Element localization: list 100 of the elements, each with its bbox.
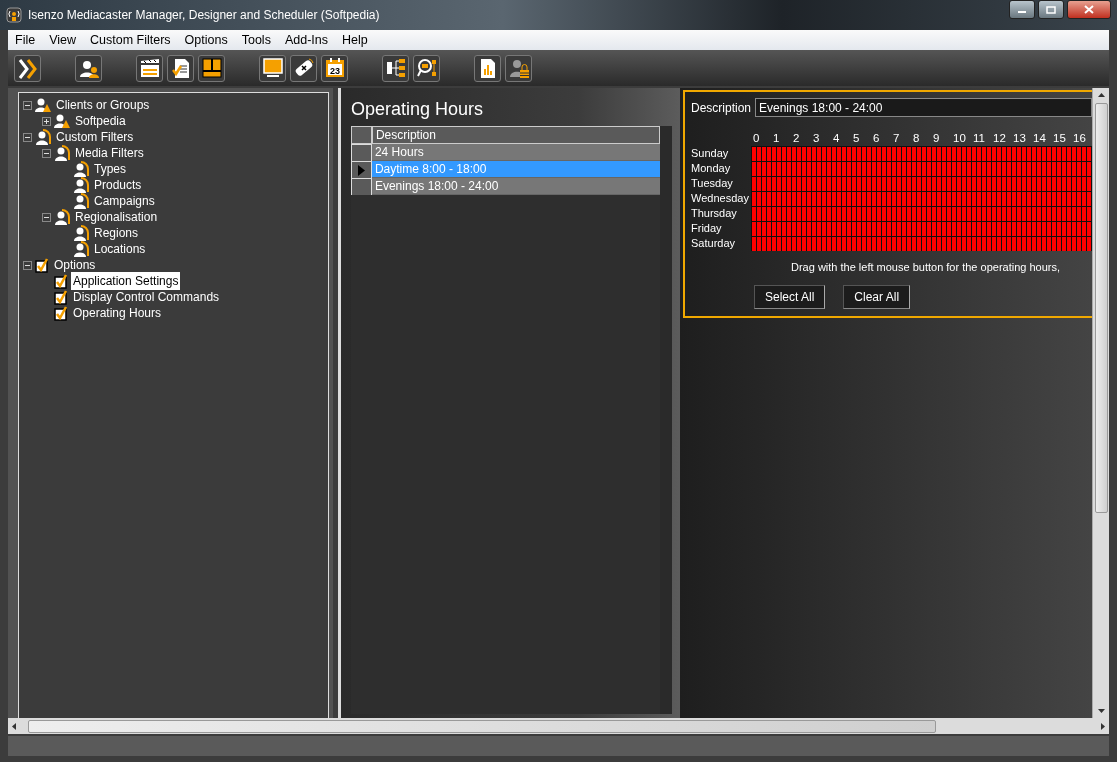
hour-label: 13 bbox=[1012, 131, 1027, 146]
user-filter-icon bbox=[73, 161, 89, 177]
menu-item[interactable]: Add-Ins bbox=[277, 30, 335, 50]
toolbar-button[interactable] bbox=[167, 54, 194, 82]
toolbar-button[interactable] bbox=[14, 54, 41, 82]
checkbox[interactable] bbox=[54, 289, 68, 305]
checkbox[interactable] bbox=[54, 305, 68, 321]
tree-item[interactable]: Clients or Groups bbox=[54, 96, 152, 114]
field-label: Description bbox=[691, 99, 753, 117]
hour-label: 12 bbox=[992, 131, 1007, 146]
hour-label: 6 bbox=[872, 131, 881, 146]
hierarchy-icon bbox=[384, 57, 407, 79]
description-field[interactable]: Evenings 18:00 - 24:00 bbox=[755, 98, 1092, 117]
hint-text: Drag with the left mouse button for the operating hours, bbox=[791, 260, 1061, 275]
hour-label: 15 bbox=[1052, 131, 1067, 146]
collapse-icon[interactable] bbox=[23, 260, 32, 270]
tree-item[interactable]: Softpedia bbox=[73, 112, 128, 130]
collapse-icon[interactable] bbox=[23, 132, 32, 142]
time-slot-strip[interactable] bbox=[751, 161, 1092, 176]
toolbar-button[interactable] bbox=[382, 54, 409, 82]
expand-icon[interactable] bbox=[42, 116, 51, 126]
hour-label: 16 bbox=[1072, 131, 1087, 146]
day-label: Sunday bbox=[691, 146, 730, 161]
menu-item[interactable]: View bbox=[42, 30, 84, 50]
tree-item[interactable]: Media Filters bbox=[73, 144, 146, 162]
horizontal-scrollbar[interactable] bbox=[8, 718, 1109, 734]
tree-item[interactable]: Regions bbox=[92, 224, 141, 242]
user-filter-icon bbox=[73, 225, 89, 241]
tree-item[interactable]: Campaigns bbox=[92, 192, 157, 210]
row-header[interactable] bbox=[351, 161, 372, 178]
toolbar-button[interactable] bbox=[474, 54, 501, 82]
tree-item[interactable]: Types bbox=[92, 160, 128, 178]
hour-label: 14 bbox=[1032, 131, 1047, 146]
hour-label: 11 bbox=[972, 131, 986, 146]
menu-item[interactable]: File bbox=[8, 30, 43, 50]
hour-label: 9 bbox=[932, 131, 941, 146]
time-slot-strip[interactable] bbox=[751, 146, 1092, 161]
checkbox[interactable] bbox=[35, 257, 49, 273]
users-icon bbox=[35, 97, 51, 113]
hour-label: 4 bbox=[832, 131, 841, 146]
close-button[interactable] bbox=[1067, 0, 1111, 19]
menu-item[interactable]: Custom Filters bbox=[83, 30, 178, 50]
magnifier-diagram-icon bbox=[415, 57, 438, 79]
table-cell[interactable]: 24 Hours bbox=[371, 144, 660, 161]
user-filter-icon bbox=[73, 241, 89, 257]
tree-item[interactable]: Operating Hours bbox=[71, 304, 164, 322]
time-slot-strip[interactable] bbox=[751, 176, 1092, 191]
hour-label: 2 bbox=[792, 131, 801, 146]
tree-item[interactable]: Regionalisation bbox=[73, 208, 160, 226]
user-filter-icon bbox=[54, 209, 70, 225]
toolbar-button[interactable] bbox=[505, 54, 532, 82]
window-title: Isenzo Mediacaster Manager, Designer and Scheduler (Softpedia) bbox=[28, 7, 380, 24]
menu-item[interactable]: Options bbox=[177, 30, 235, 50]
toolbar-button[interactable] bbox=[136, 54, 163, 82]
tree-item[interactable]: Products bbox=[92, 176, 144, 194]
hour-label: 1 bbox=[772, 131, 781, 146]
maximize-button[interactable] bbox=[1038, 0, 1064, 19]
day-label: Saturday bbox=[691, 236, 737, 251]
collapse-icon[interactable] bbox=[42, 212, 51, 222]
tree-item[interactable]: Application Settings bbox=[71, 272, 181, 290]
user-filter-icon bbox=[54, 145, 70, 161]
document-check-icon bbox=[169, 57, 192, 79]
menu-item[interactable]: Help bbox=[335, 30, 375, 50]
tree-item[interactable]: Display Control Commands bbox=[71, 288, 222, 306]
time-slot-strip[interactable] bbox=[751, 221, 1092, 236]
user-filter-icon bbox=[73, 177, 89, 193]
toolbar-button[interactable] bbox=[259, 54, 286, 82]
time-slot-strip[interactable] bbox=[751, 236, 1092, 251]
users-icon bbox=[54, 113, 70, 129]
double-chevron-icon bbox=[16, 57, 39, 79]
time-slot-strip[interactable] bbox=[751, 191, 1092, 206]
day-label: Thursday bbox=[691, 206, 738, 221]
menu-item[interactable]: Tools bbox=[234, 30, 278, 50]
monitor-icon bbox=[261, 57, 284, 79]
select-all-button[interactable]: Select All bbox=[754, 285, 826, 309]
tree-item[interactable]: Locations bbox=[92, 240, 148, 258]
user-filter-icon bbox=[73, 193, 89, 209]
user-lock-icon bbox=[507, 57, 530, 79]
panel-title: Operating Hours bbox=[351, 98, 485, 121]
column-header[interactable]: Description bbox=[371, 126, 660, 144]
table-cell[interactable]: Evenings 18:00 - 24:00 bbox=[371, 178, 660, 195]
time-slot-strip[interactable] bbox=[751, 206, 1092, 221]
hour-label: 7 bbox=[892, 131, 901, 146]
day-label: Tuesday bbox=[691, 176, 734, 191]
toolbar-button[interactable] bbox=[290, 54, 317, 82]
collapse-icon[interactable] bbox=[42, 148, 51, 158]
minimize-button[interactable] bbox=[1009, 0, 1035, 19]
toolbar-button[interactable] bbox=[75, 54, 102, 82]
tree-item[interactable]: Options bbox=[52, 256, 98, 274]
checkbox[interactable] bbox=[54, 273, 68, 289]
clear-all-button[interactable]: Clear All bbox=[843, 285, 911, 309]
header-corner bbox=[351, 126, 372, 144]
day-label: Wednesday bbox=[691, 191, 750, 206]
toolbar-button[interactable] bbox=[198, 54, 225, 82]
hour-label: 5 bbox=[852, 131, 861, 146]
close-icon bbox=[1084, 5, 1094, 14]
collapse-icon[interactable] bbox=[23, 100, 32, 110]
toolbar-button[interactable] bbox=[413, 54, 440, 82]
tree-item[interactable]: Custom Filters bbox=[54, 128, 136, 146]
vertical-scrollbar[interactable] bbox=[1092, 88, 1109, 718]
